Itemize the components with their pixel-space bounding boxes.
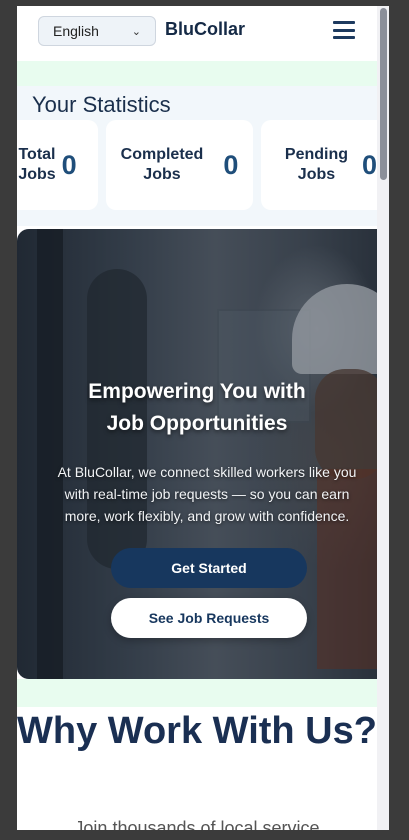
brand-logo-text[interactable]: BluCollar <box>165 19 245 40</box>
statistics-title: Your Statistics <box>32 92 171 117</box>
hero-subtitle: At BluCollar, we connect skilled workers… <box>57 464 357 524</box>
stat-value: 0 <box>223 149 239 180</box>
hamburger-menu-icon[interactable] <box>333 21 355 39</box>
stat-value: 0 <box>61 149 77 180</box>
stat-label-text: Total Jobs <box>18 146 56 183</box>
chevron-down-icon: ⌄ <box>131 25 141 38</box>
section-divider <box>17 61 377 86</box>
stat-label: Pending Jobs <box>285 145 348 185</box>
stat-label-text: Completed Jobs <box>120 146 204 183</box>
hero-title-line: Job Opportunities <box>106 412 288 435</box>
scrollbar-thumb[interactable] <box>380 8 387 180</box>
top-header: English ⌄ BluCollar <box>17 6 377 61</box>
stat-card-pending-jobs: Pending Jobs 0 <box>261 120 377 210</box>
stat-label: Total Jobs <box>18 145 55 185</box>
stat-value: 0 <box>362 149 377 180</box>
page-viewport: English ⌄ BluCollar Your Statistics Tota… <box>17 6 377 830</box>
get-started-button[interactable]: Get Started <box>111 548 307 588</box>
language-select-value: English <box>53 23 99 39</box>
stat-label-text: Pending Jobs <box>284 146 349 183</box>
hero-title-line: Empowering You with <box>88 380 306 403</box>
language-select[interactable]: English ⌄ <box>38 16 156 46</box>
hero-title: Empowering You with Job Opportunities <box>17 376 377 440</box>
stat-label: Completed Jobs <box>121 145 204 185</box>
see-job-requests-button[interactable]: See Job Requests <box>111 598 307 638</box>
section-divider <box>17 679 377 707</box>
stat-card-completed-jobs: Completed Jobs 0 <box>106 120 253 210</box>
hero-banner: Empowering You with Job Opportunities At… <box>17 229 377 679</box>
why-work-with-us-title: Why Work With Us? <box>17 710 377 752</box>
statistics-section: Your Statistics Total Jobs 0 Completed Job… <box>17 86 377 226</box>
stat-card-total-jobs: Total Jobs 0 <box>17 120 98 210</box>
why-work-with-us-subtitle: Join thousands of local service <box>74 818 320 830</box>
